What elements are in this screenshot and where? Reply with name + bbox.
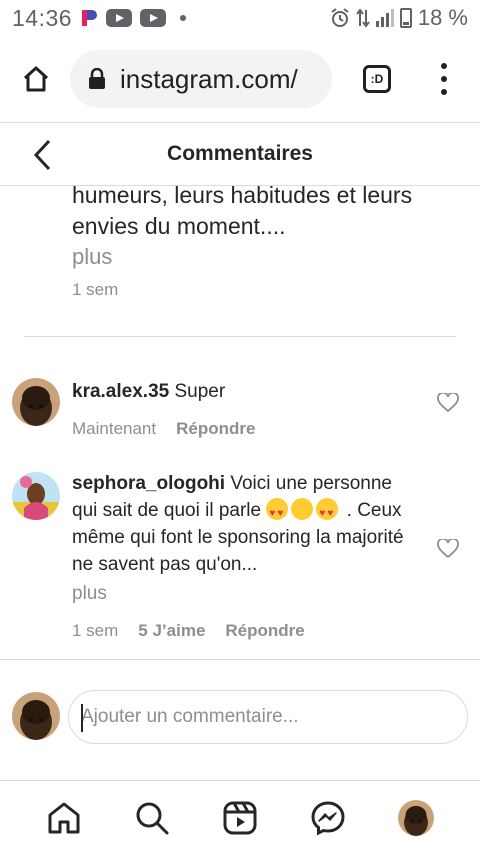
hugging-emoji-icon: [291, 498, 314, 520]
messenger-icon: [311, 800, 345, 835]
avatar-image: [12, 378, 60, 426]
network-icon: [356, 8, 370, 28]
divider: [24, 336, 456, 337]
battery-icon: [399, 8, 412, 28]
youtube-icon: [106, 9, 133, 27]
comment-username[interactable]: kra.alex.35: [72, 381, 169, 402]
avatar[interactable]: [12, 378, 60, 426]
avatar-image: [12, 692, 60, 740]
heart-eyes-emoji-icon: [266, 498, 289, 527]
bottom-navigation: [0, 780, 480, 854]
comment-timestamp: Maintenant: [72, 419, 157, 438]
avatar-image: [398, 799, 434, 836]
caption-more-link[interactable]: plus: [72, 244, 112, 270]
post-caption: humeurs, leurs habitudes et leurs envies…: [72, 180, 462, 300]
avatar[interactable]: [12, 472, 60, 520]
home-icon: [23, 66, 49, 92]
like-heart-icon[interactable]: [437, 539, 459, 559]
comment-content: Super: [174, 381, 226, 402]
pi-icon: [82, 10, 98, 26]
browser-toolbar: instagram.com/ :D: [0, 36, 480, 122]
comment-text: sephora_ologohi Voici une personne qui s…: [72, 470, 422, 578]
menu-dot: [441, 75, 447, 82]
nav-home-button[interactable]: [44, 798, 84, 838]
home-icon: [48, 802, 80, 833]
comment-text: kra.alex.35 Super: [72, 378, 422, 405]
likes-count-button[interactable]: 5 J’aime: [138, 617, 205, 644]
tabs-count: :D: [363, 65, 391, 93]
text-cursor: [81, 704, 83, 732]
youtube-icon: [140, 9, 167, 27]
tabs-button[interactable]: :D: [360, 62, 394, 96]
caption-text: humeurs, leurs habitudes et leurs envies…: [72, 182, 413, 239]
nav-profile-button[interactable]: [396, 798, 436, 838]
dot-icon: [180, 15, 187, 21]
home-button[interactable]: [12, 55, 60, 103]
nav-reels-button[interactable]: [220, 798, 260, 838]
menu-dot: [441, 62, 447, 69]
caption-timestamp: 1 sem: [72, 280, 119, 299]
status-time: 14:36: [12, 4, 73, 31]
url-text: instagram.com/: [120, 63, 298, 94]
avatar-image: [12, 472, 60, 520]
nav-search-button[interactable]: [132, 798, 172, 838]
battery-level: 18 %: [417, 5, 468, 30]
lock-icon: [89, 68, 105, 89]
page-title: Commentaires: [167, 142, 313, 165]
reply-button[interactable]: Répondre: [176, 415, 255, 442]
nav-messenger-button[interactable]: [308, 798, 348, 838]
status-bar: 14:36 18 %: [0, 0, 480, 36]
comment-meta: Maintenant Répondre: [72, 415, 422, 442]
browser-menu-button[interactable]: [434, 59, 454, 99]
add-comment-bar: [0, 690, 480, 746]
like-heart-icon[interactable]: [437, 393, 459, 413]
smiling-hearts-emoji-icon: [316, 498, 339, 527]
reply-button[interactable]: Répondre: [225, 617, 304, 644]
comment-timestamp: 1 sem: [72, 621, 119, 640]
search-icon: [136, 802, 169, 834]
chevron-left-icon: [33, 139, 51, 171]
comment-input[interactable]: [68, 690, 468, 744]
current-user-avatar: [12, 692, 60, 740]
profile-avatar: [398, 799, 434, 836]
back-button[interactable]: [22, 135, 62, 175]
comment-meta: 1 sem 5 J’aime Répondre: [72, 617, 422, 644]
alarm-icon: [331, 8, 349, 27]
menu-dot: [441, 89, 447, 96]
address-bar[interactable]: instagram.com/: [70, 50, 332, 108]
signal-icon: [375, 9, 394, 27]
comment-more-link[interactable]: plus: [72, 580, 107, 607]
divider: [0, 659, 480, 660]
comments-header: Commentaires: [0, 122, 480, 186]
comment-username[interactable]: sephora_ologohi: [72, 473, 225, 494]
reels-icon: [223, 801, 257, 834]
